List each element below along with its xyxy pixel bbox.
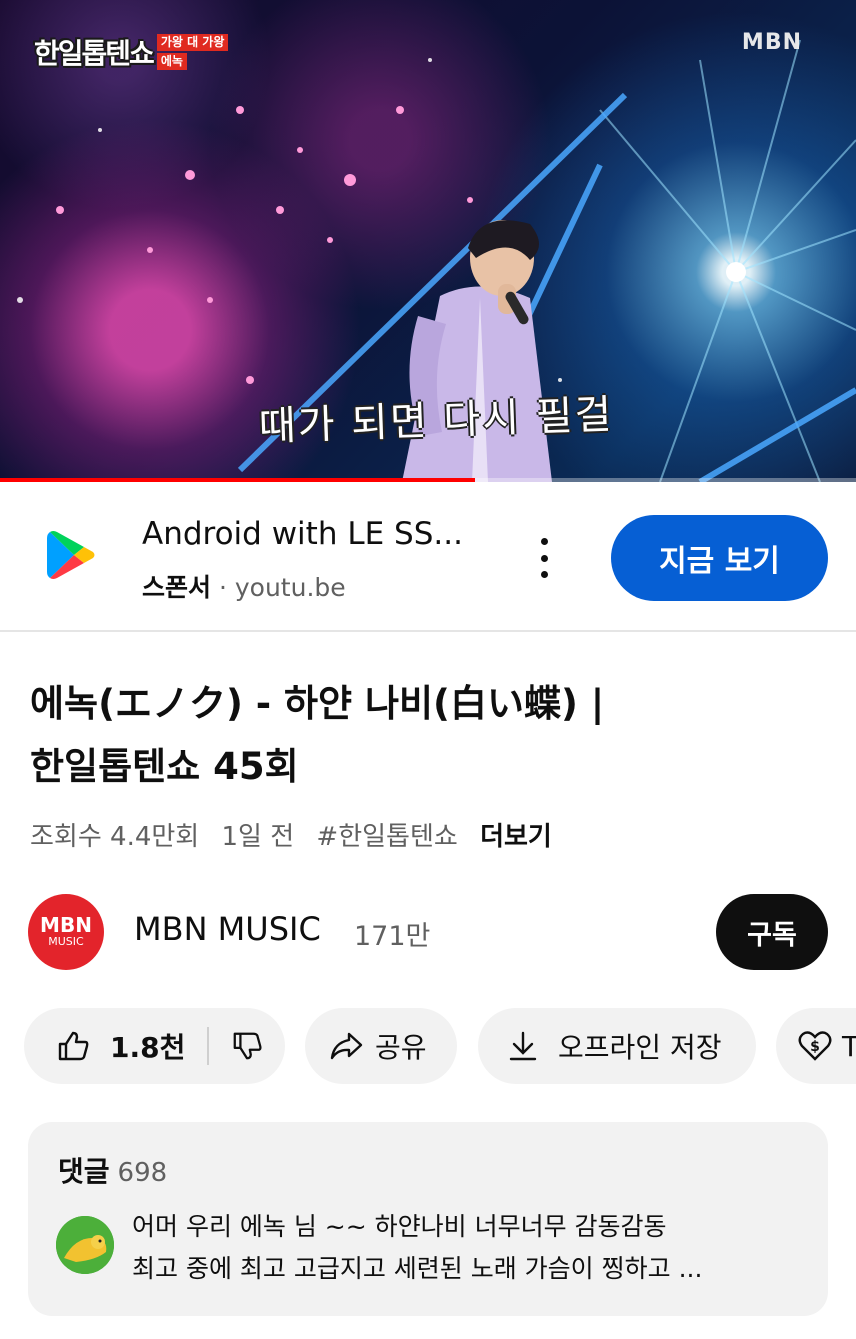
more-options-icon[interactable] [528, 534, 560, 582]
comments-count: 698 [117, 1158, 168, 1188]
share-label: 공유 [375, 1031, 427, 1064]
save-offline-button[interactable]: 오프라인 저장 [478, 1008, 756, 1084]
commenter-avatar-image [56, 1216, 114, 1274]
like-dislike-pill: 1.8천 [24, 1008, 285, 1084]
download-icon [509, 1031, 537, 1061]
top-comment-line2: 최고 중에 최고 고급지고 세련된 노래 가슴이 찡하고 ... [132, 1254, 703, 1283]
hashtag-link[interactable]: #한일톱텐쇼 [316, 822, 457, 852]
share-button[interactable]: 공유 [305, 1008, 457, 1084]
thumbs-up-icon[interactable] [56, 1029, 90, 1063]
thanks-button[interactable]: $ T [776, 1008, 856, 1084]
channel-name[interactable]: MBN MUSIC [134, 910, 321, 948]
like-count[interactable]: 1.8천 [110, 1026, 185, 1066]
commenter-avatar[interactable] [56, 1216, 114, 1274]
google-play-icon [47, 531, 95, 579]
show-logo: 한일톱텐쇼 가왕 대 가왕 에녹 [34, 32, 229, 72]
channel-avatar-subtext: MUSIC [48, 935, 84, 948]
video-player[interactable]: 한일톱텐쇼 가왕 대 가왕 에녹 MBN 때가 되면 다시 필걸 [0, 0, 856, 482]
subscriber-count: 171만 [354, 921, 431, 952]
show-logo-text: 한일톱텐쇼 [34, 37, 155, 70]
ad-domain: youtu.be [234, 573, 346, 602]
upload-age: 1일 전 [221, 822, 295, 852]
channel-avatar[interactable]: MBN MUSIC [28, 894, 104, 970]
video-title[interactable]: 에녹(エノク) - 하얀 나비(白い蝶) | 한일톱텐쇼 45회 [30, 672, 810, 798]
channel-avatar-text: MBN [40, 913, 92, 937]
svg-text:$: $ [810, 1039, 820, 1055]
ad-subtitle: 스폰서 · youtu.be [142, 568, 346, 604]
comments-header: 댓글 698 [58, 1150, 167, 1190]
video-metadata[interactable]: 조회수 4.4만회 1일 전 #한일톱텐쇼 더보기 [30, 816, 566, 853]
broadcaster-watermark: MBN [741, 30, 802, 55]
comments-section[interactable]: 댓글 698 어머 우리 에녹 님 ~~ 하얀나비 너무너무 감동감동 최고 중에… [28, 1122, 828, 1316]
watch-now-button[interactable]: 지금 보기 [611, 515, 828, 601]
top-comment: 어머 우리 에녹 님 ~~ 하얀나비 너무너무 감동감동 최고 중에 최고 고급… [132, 1206, 804, 1290]
show-logo-tags: 가왕 대 가왕 에녹 [156, 32, 229, 70]
video-title-line2: 한일톱텐쇼 45회 [30, 745, 299, 788]
channel-row: MBN MUSIC MBN MUSIC 171만 구독 [0, 890, 856, 980]
view-count: 조회수 4.4만회 [30, 822, 200, 852]
more-link[interactable]: 더보기 [480, 822, 552, 852]
action-bar: 1.8천 공유 오프라인 저장 $ T [0, 1008, 856, 1084]
ad-separator: · [218, 573, 227, 602]
save-offline-label: 오프라인 저장 [558, 1031, 722, 1064]
show-tag-top: 가왕 대 가왕 [156, 34, 229, 51]
sponsor-ad-bar[interactable]: Android with LE SS... 스폰서 · youtu.be 지금 … [0, 482, 856, 632]
like-divider [207, 1027, 210, 1065]
top-comment-line1: 어머 우리 에녹 님 ~~ 하얀나비 너무너무 감동감동 [132, 1212, 667, 1241]
share-arrow-icon [330, 1032, 363, 1060]
ad-title[interactable]: Android with LE SS... [142, 516, 463, 552]
video-title-line1: 에녹(エノク) - 하얀 나비(白い蝶) | [30, 682, 605, 725]
thanks-label: T [842, 1029, 856, 1063]
show-tag-bottom: 에녹 [156, 53, 187, 70]
thumbs-down-icon[interactable] [231, 1030, 263, 1062]
sponsored-label: 스폰서 [142, 573, 212, 602]
thanks-heart-icon: $ [798, 1031, 832, 1061]
subscribe-button[interactable]: 구독 [716, 894, 828, 970]
comments-label: 댓글 [58, 1155, 110, 1188]
